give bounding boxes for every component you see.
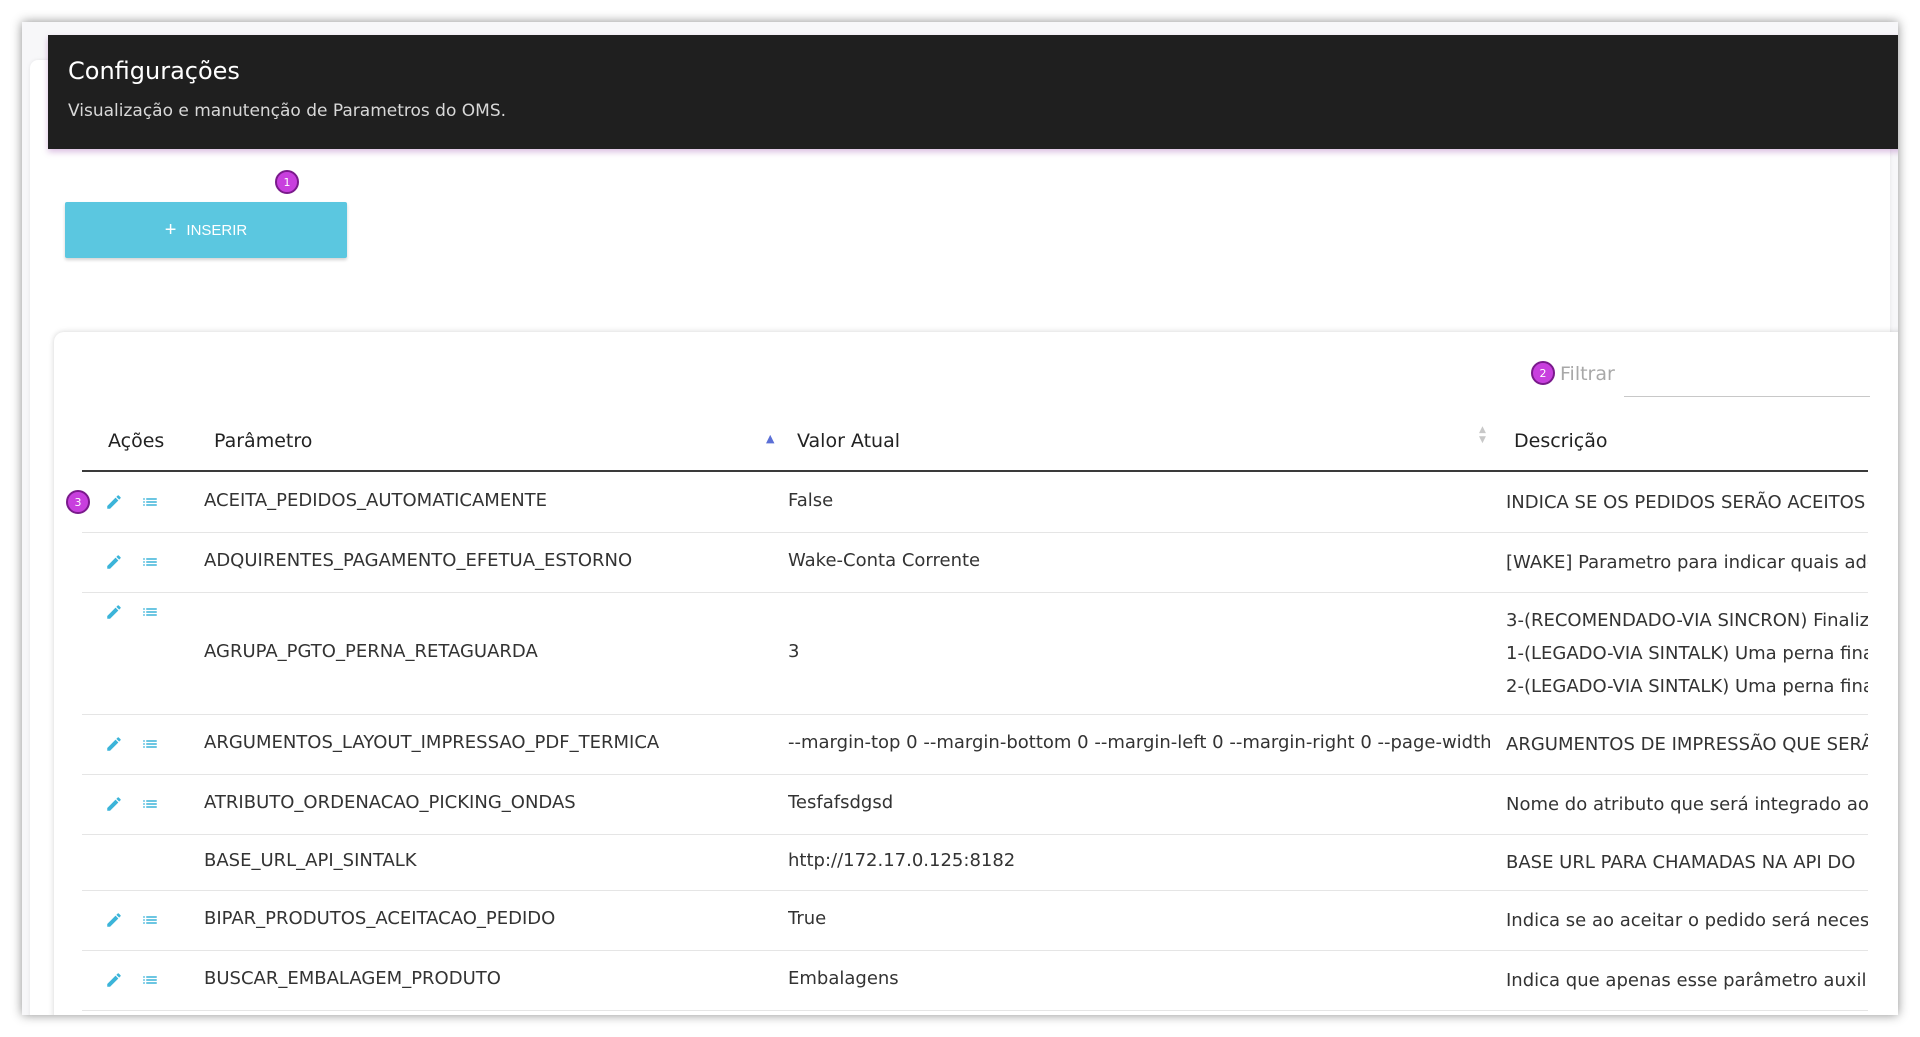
cell-descricao: Indica que apenas esse parâmetro auxilia… (1506, 964, 1868, 997)
description-line: Indica se ao aceitar o pedido será neces… (1506, 909, 1868, 931)
app-window: Configurações Visualização e manutenção … (22, 22, 1898, 1015)
description-line: 1-(LEGADO-VIA SINTALK) Uma perna finance… (1506, 642, 1868, 664)
cell-parametro: ARGUMENTOS_LAYOUT_IMPRESSAO_PDF_TERMICA (204, 732, 660, 753)
details-list-icon[interactable] (138, 908, 162, 932)
step-badge-1: 1 (275, 170, 299, 194)
sort-unsorted-icon[interactable]: ▲ ▼ (1479, 425, 1486, 445)
table-row: BIPAR_PRODUTOS_ACEITACAO_PEDIDO True Indic… (82, 890, 1868, 951)
sort-ascending-icon[interactable]: ▲ (766, 432, 774, 445)
cell-parametro: BUSCAR_EMBALAGEM_PRODUTO (204, 968, 501, 989)
cell-parametro: AGRUPA_PGTO_PERNA_RETAGUARDA (204, 641, 538, 662)
edit-pencil-icon[interactable] (102, 792, 126, 816)
table-header: Ações Parâmetro ▲ Valor Atual ▲ ▼ Descriç… (82, 412, 1868, 472)
step-badge-2: 2 (1531, 361, 1555, 385)
row-actions (102, 490, 174, 514)
cell-valor-atual: False (788, 490, 834, 511)
cell-descricao: [WAKE] Parametro para indicar quais adqu… (1506, 546, 1868, 579)
description-line: 3-(RECOMENDADO-VIA SINCRON) Finalizadora (1506, 609, 1868, 631)
cell-valor-atual: Tesfafsdgsd (788, 792, 894, 813)
cell-parametro: ADQUIRENTES_PAGAMENTO_EFETUA_ESTORNO (204, 550, 633, 571)
column-header-acoes: Ações (108, 430, 165, 452)
table-row: BUSCAR_EMBALAGEM_PRODUTO Embalagens Indica… (82, 950, 1868, 1011)
cell-descricao: INDICA SE OS PEDIDOS SERÃO ACEITOS (1506, 486, 1868, 519)
edit-pencil-icon[interactable] (102, 968, 126, 992)
page-header: Configurações Visualização e manutenção … (48, 35, 1898, 149)
filter-input[interactable] (1624, 360, 1870, 397)
plus-icon: + (164, 219, 177, 241)
filter-label: Filtrar (1560, 363, 1615, 385)
cell-valor-atual: http://172.17.0.125:8182 (788, 850, 1016, 871)
row-actions (102, 732, 174, 756)
edit-pencil-icon[interactable] (102, 550, 126, 574)
table-row: BASE_URL_API_SINTALK http://172.17.0.125:… (82, 834, 1868, 891)
page-subtitle: Visualização e manutenção de Parametros … (68, 101, 507, 121)
row-actions (102, 968, 174, 992)
insert-button-label: INSERIR (186, 221, 248, 239)
details-list-icon[interactable] (138, 792, 162, 816)
table-row: ACEITA_PEDIDOS_AUTOMATICAMENTE False INDIC… (82, 472, 1868, 533)
cell-descricao: 3-(RECOMENDADO-VIA SINCRON) Finalizadora… (1506, 604, 1868, 703)
cell-valor-atual: True (788, 908, 827, 929)
description-line: BASE URL PARA CHAMADAS NA API DO (1506, 851, 1856, 873)
description-line: Nome do atributo que será integrado ao (1506, 793, 1868, 815)
row-actions (102, 550, 174, 574)
cell-valor-atual: 3 (788, 641, 800, 662)
cell-parametro: ACEITA_PEDIDOS_AUTOMATICAMENTE (204, 490, 548, 511)
description-line: Indica que apenas esse parâmetro auxilia… (1506, 969, 1868, 991)
cell-parametro: ATRIBUTO_ORDENACAO_PICKING_ONDAS (204, 792, 576, 813)
cell-parametro: BASE_URL_API_SINTALK (204, 850, 417, 871)
cell-descricao: BASE URL PARA CHAMADAS NA API DO (1506, 846, 1868, 879)
row-actions (102, 792, 174, 816)
row-actions (102, 908, 174, 932)
row-actions (102, 600, 174, 624)
edit-pencil-icon[interactable] (102, 490, 126, 514)
details-list-icon[interactable] (138, 490, 162, 514)
description-line: ARGUMENTOS DE IMPRESSÃO QUE SERÃO (1506, 733, 1868, 755)
details-list-icon[interactable] (138, 600, 162, 624)
cell-valor-atual: Embalagens (788, 968, 899, 989)
insert-button[interactable]: + INSERIR (65, 202, 347, 258)
column-header-parametro[interactable]: Parâmetro (214, 430, 312, 452)
page-title: Configurações (68, 57, 240, 85)
description-line: INDICA SE OS PEDIDOS SERÃO ACEITOS (1506, 491, 1866, 513)
table-row: ARGUMENTOS_LAYOUT_IMPRESSAO_PDF_TERMICA -… (82, 714, 1868, 775)
details-list-icon[interactable] (138, 550, 162, 574)
column-header-valor-atual[interactable]: Valor Atual (797, 430, 900, 452)
cell-valor-atual: --margin-top 0 --margin-bottom 0 --margi… (788, 732, 1490, 753)
description-line: [WAKE] Parametro para indicar quais adqu… (1506, 551, 1868, 573)
step-badge-3: 3 (66, 490, 90, 514)
cell-descricao: Indica se ao aceitar o pedido será neces… (1506, 904, 1868, 937)
parameters-table-card: 2 Filtrar Ações Parâmetro ▲ Valor Atual … (54, 332, 1898, 1015)
edit-pencil-icon[interactable] (102, 600, 126, 624)
cell-descricao: Nome do atributo que será integrado ao (1506, 788, 1868, 821)
edit-pencil-icon[interactable] (102, 732, 126, 756)
edit-pencil-icon[interactable] (102, 908, 126, 932)
cell-descricao: ARGUMENTOS DE IMPRESSÃO QUE SERÃO (1506, 728, 1868, 761)
table-row: ATRIBUTO_ORDENACAO_PICKING_ONDAS Tesfafsd… (82, 774, 1868, 835)
cell-valor-atual: Wake-Conta Corrente (788, 550, 981, 571)
details-list-icon[interactable] (138, 968, 162, 992)
description-line: 2-(LEGADO-VIA SINTALK) Uma perna finance… (1506, 675, 1868, 697)
table-row: AGRUPA_PGTO_PERNA_RETAGUARDA 3 3-(RECOMEND… (82, 592, 1868, 715)
details-list-icon[interactable] (138, 732, 162, 756)
column-header-descricao: Descrição (1514, 430, 1608, 452)
table-row: ADQUIRENTES_PAGAMENTO_EFETUA_ESTORNO Wake… (82, 532, 1868, 593)
cell-parametro: BIPAR_PRODUTOS_ACEITACAO_PEDIDO (204, 908, 556, 929)
